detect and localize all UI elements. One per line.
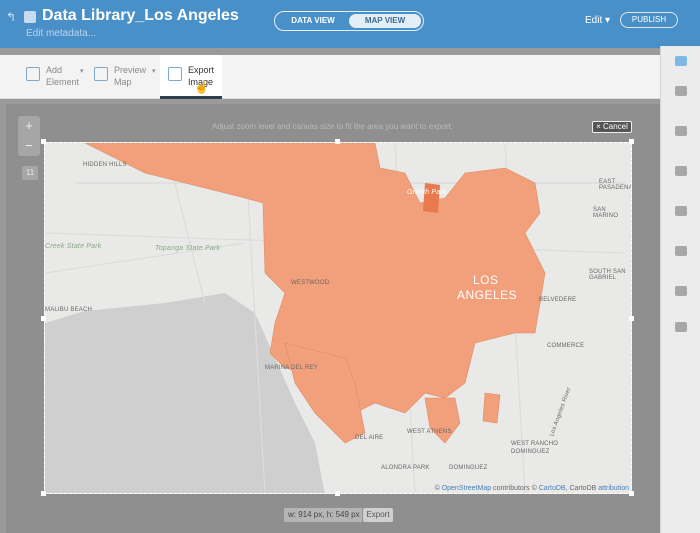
map-label: WEST RANCHO	[511, 441, 559, 447]
add-element-icon	[26, 67, 40, 81]
wizard-icon[interactable]	[675, 166, 687, 176]
map-label: DOMINGUEZ	[511, 449, 550, 455]
region-south-east	[482, 392, 501, 424]
edit-menu-label: Edit	[585, 15, 603, 26]
legend-icon[interactable]	[675, 286, 687, 296]
map-label: Griffith Park	[407, 189, 447, 196]
map-label: WEST ATHENS	[407, 429, 452, 435]
export-size-readout: w: 914 px, h: 549 px	[284, 508, 362, 522]
map-label: SOUTH SAN GABRIEL	[589, 269, 626, 281]
export-image-button[interactable]: Export Image	[160, 55, 222, 99]
map-label: DOMINGUEZ	[449, 465, 488, 471]
resize-handle[interactable]	[335, 491, 340, 496]
edit-menu[interactable]: Edit ▾	[585, 15, 610, 26]
map-label: COMMERCE	[547, 343, 585, 349]
zoom-level: 11	[22, 166, 38, 180]
resize-handle[interactable]	[41, 316, 46, 321]
chevron-down-icon: ▾	[152, 68, 156, 75]
export-hint: Adjust zoom level and canvas size to fit…	[212, 122, 454, 131]
map-label: EAST PASADENA	[599, 179, 632, 191]
hand-cursor-icon: ☝	[194, 80, 209, 94]
add-element-label: Add Element	[46, 65, 80, 87]
zoom-out-button[interactable]: −	[18, 136, 40, 156]
sql-icon[interactable]	[675, 126, 687, 136]
map-label: MALIBU BEACH	[45, 307, 93, 313]
back-arrow-icon[interactable]: ↰	[6, 10, 16, 24]
map-label: Topanga State Park	[155, 245, 221, 252]
map-label: WESTWOOD	[291, 280, 330, 286]
publish-button[interactable]: PUBLISH	[620, 12, 678, 28]
preview-map-button[interactable]: Preview Map ▾	[94, 55, 158, 99]
region-south	[424, 397, 461, 444]
resize-handle[interactable]	[41, 491, 46, 496]
edit-metadata-link[interactable]: Edit metadata...	[26, 28, 96, 39]
export-button[interactable]: Export	[363, 508, 393, 522]
attribution-middle: contributors ©	[493, 485, 537, 492]
map-label: Creek State Park	[45, 243, 102, 250]
resize-handle[interactable]	[41, 139, 46, 144]
map-label: HIDDEN HILLS	[83, 162, 127, 168]
add-layer-icon[interactable]	[675, 56, 687, 66]
preview-map-icon	[94, 67, 108, 81]
infowindow-icon[interactable]	[675, 206, 687, 216]
export-capture-area[interactable]: HIDDEN HILLS Topanga State Park Creek St…	[44, 142, 632, 494]
map-label: BELVEDERE	[539, 297, 577, 303]
tab-map-view[interactable]: MAP VIEW	[349, 14, 421, 28]
css-icon[interactable]	[675, 246, 687, 256]
layer-number-icon[interactable]	[675, 86, 687, 96]
map-label-city: LOS	[473, 273, 499, 287]
attribution-link[interactable]: attribution	[598, 485, 629, 492]
attribution-mid2: , CartoDB	[565, 485, 597, 492]
dataset-title[interactable]: Data Library_Los Angeles	[42, 7, 239, 25]
map-label: MARINA DEL REY	[265, 365, 318, 371]
preview-map-label: Preview Map	[114, 65, 147, 87]
add-element-button[interactable]: Add Element ▾	[26, 55, 88, 99]
map-label: DEL AIRE	[355, 435, 384, 441]
resize-handle[interactable]	[629, 316, 634, 321]
map-label: ALONDRA PARK	[381, 465, 430, 471]
app-header: ↰ Data Library_Los Angeles Edit metadata…	[0, 0, 700, 48]
resize-handle[interactable]	[335, 139, 340, 144]
map-toolbar: Add Element ▾ Preview Map ▾ Export Image	[0, 55, 660, 99]
zoom-control: + −	[18, 116, 40, 156]
tab-data-view[interactable]: DATA VIEW	[277, 14, 349, 28]
cancel-button[interactable]: × Cancel	[592, 121, 632, 133]
map-label: SAN MARINO	[593, 207, 619, 219]
lock-icon	[24, 11, 36, 23]
filter-icon[interactable]	[675, 322, 687, 332]
resize-handle[interactable]	[629, 139, 634, 144]
resize-handle[interactable]	[629, 491, 634, 496]
region-dark	[423, 183, 440, 213]
right-panel	[660, 46, 700, 533]
chevron-down-icon: ▾	[80, 68, 84, 75]
map-attribution: © OpenStreetMap contributors © CartoDB, …	[435, 485, 629, 492]
view-toggle: DATA VIEW MAP VIEW	[274, 11, 424, 31]
cartodb-link[interactable]: CartoDB	[539, 485, 566, 492]
image-icon	[168, 67, 182, 81]
osm-link[interactable]: OpenStreetMap	[442, 485, 491, 492]
attribution-prefix: ©	[434, 485, 440, 492]
chevron-down-icon: ▾	[605, 15, 611, 26]
map-label-city: ANGELES	[457, 288, 518, 302]
zoom-in-button[interactable]: +	[18, 116, 40, 136]
